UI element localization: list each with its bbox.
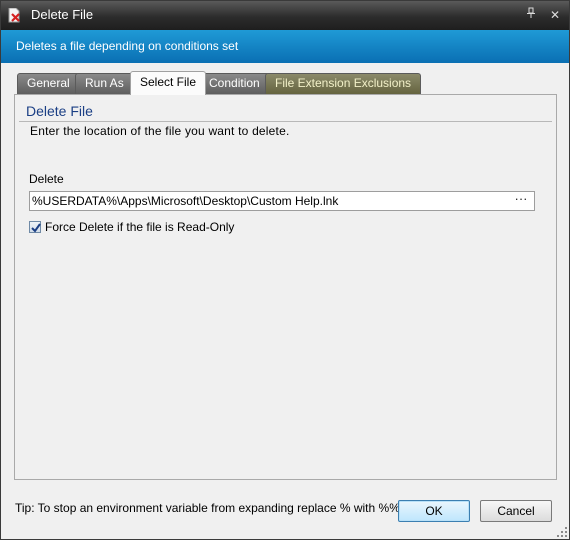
resize-grip-icon[interactable] — [556, 526, 568, 538]
tab-general[interactable]: General — [17, 73, 80, 94]
instruction-text: Enter the location of the file you want … — [30, 124, 290, 138]
force-delete-label: Force Delete if the file is Read-Only — [45, 220, 235, 234]
delete-field-label: Delete — [29, 172, 64, 186]
tab-file-extension-exclusions[interactable]: File Extension Exclusions — [265, 73, 422, 94]
browse-button[interactable]: ··· — [510, 192, 532, 209]
banner-description: Deletes a file depending on conditions s… — [16, 39, 239, 53]
description-banner: Deletes a file depending on conditions s… — [1, 30, 569, 63]
delete-path-input[interactable] — [32, 193, 508, 209]
delete-file-app-icon — [8, 7, 22, 23]
section-divider — [19, 121, 552, 122]
title-bar[interactable]: Delete File ✕ — [1, 1, 569, 30]
delete-file-dialog: Delete File ✕ Deletes a file depending o… — [0, 0, 570, 540]
tip-text: Tip: To stop an environment variable fro… — [15, 501, 404, 515]
ok-button[interactable]: OK — [398, 500, 470, 522]
delete-path-field[interactable]: ··· — [29, 191, 535, 211]
tab-condition[interactable]: Condition — [199, 73, 270, 94]
close-icon[interactable]: ✕ — [547, 7, 563, 23]
cancel-button[interactable]: Cancel — [480, 500, 552, 522]
tab-select-file[interactable]: Select File — [130, 71, 207, 95]
section-title: Delete File — [26, 103, 93, 119]
tab-run-as[interactable]: Run As — [75, 73, 134, 94]
select-file-panel: Delete File Enter the location of the fi… — [14, 94, 557, 480]
force-delete-checkbox[interactable] — [29, 221, 41, 233]
window-title: Delete File — [31, 7, 94, 22]
pin-icon[interactable] — [523, 7, 539, 23]
